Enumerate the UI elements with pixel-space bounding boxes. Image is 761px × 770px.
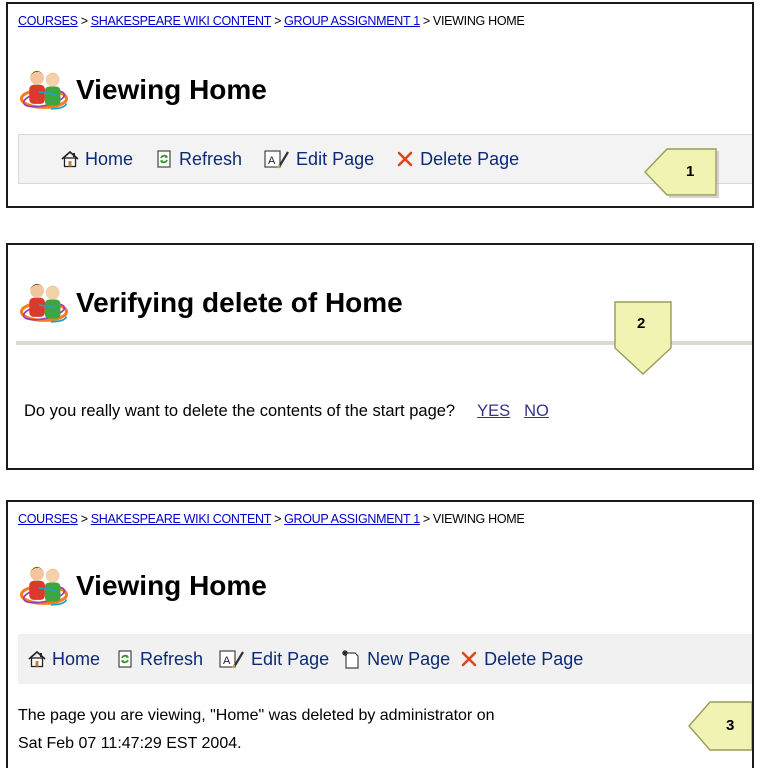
breadcrumb-wiki[interactable]: SHAKESPEARE WIKI CONTENT bbox=[91, 512, 272, 526]
yes-link[interactable]: YES bbox=[477, 402, 510, 420]
breadcrumb: COURSES > SHAKESPEARE WIKI CONTENT > GROUP A… bbox=[18, 512, 525, 526]
delete-page-label: Delete Page bbox=[420, 148, 520, 169]
breadcrumb-wiki[interactable]: SHAKESPEARE WIKI CONTENT bbox=[91, 14, 272, 28]
edit-page-label: Edit Page bbox=[251, 648, 330, 669]
edit-icon bbox=[264, 149, 290, 169]
verify-delete-panel: Verifying delete of Home 2 Do you really… bbox=[6, 243, 754, 470]
breadcrumb: COURSES > SHAKESPEARE WIKI CONTENT > GROUP A… bbox=[18, 14, 525, 28]
edit-page-button[interactable]: Edit Page bbox=[219, 649, 329, 670]
breadcrumb-current: VIEWING HOME bbox=[432, 512, 525, 526]
refresh-button[interactable]: Refresh bbox=[155, 149, 242, 170]
people-logo-icon bbox=[18, 64, 70, 116]
breadcrumb-current: VIEWING HOME bbox=[432, 14, 525, 28]
delete-page-button[interactable]: Delete Page bbox=[396, 149, 519, 170]
edit-page-button[interactable]: Edit Page bbox=[264, 149, 374, 170]
callout-number: 1 bbox=[686, 163, 695, 180]
page-title: Verifying delete of Home bbox=[76, 287, 403, 318]
breadcrumb-separator: > bbox=[274, 512, 282, 526]
home-label: Home bbox=[52, 648, 101, 669]
callout-number: 2 bbox=[637, 315, 646, 332]
refresh-icon bbox=[155, 150, 173, 168]
home-icon bbox=[61, 150, 79, 168]
breadcrumb-separator: > bbox=[422, 14, 430, 28]
step-callout-1: 1 bbox=[644, 143, 722, 201]
viewing-home-panel: COURSES > SHAKESPEARE WIKI CONTENT > GROUP A… bbox=[6, 2, 754, 208]
page-title: Viewing Home bbox=[76, 570, 267, 601]
refresh-label: Refresh bbox=[140, 648, 204, 669]
step-callout-3: 3 bbox=[688, 696, 753, 756]
refresh-icon bbox=[116, 650, 134, 668]
page-header: Viewing Home bbox=[18, 558, 267, 614]
deleted-home-panel: COURSES > SHAKESPEARE WIKI CONTENT > GROUP A… bbox=[6, 500, 754, 768]
callout-number: 3 bbox=[726, 717, 735, 734]
no-link[interactable]: NO bbox=[524, 402, 549, 420]
home-icon bbox=[28, 650, 46, 668]
delete-confirmation: Do you really want to delete the content… bbox=[24, 402, 549, 421]
breadcrumb-separator: > bbox=[80, 14, 88, 28]
breadcrumb-courses[interactable]: COURSES bbox=[18, 512, 78, 526]
breadcrumb-group[interactable]: GROUP ASSIGNMENT 1 bbox=[284, 512, 420, 526]
page-title: Viewing Home bbox=[76, 74, 267, 105]
breadcrumb-separator: > bbox=[274, 14, 282, 28]
delete-icon bbox=[460, 650, 478, 668]
refresh-button[interactable]: Refresh bbox=[116, 649, 203, 670]
toolbar: Home Refresh Edit Page New Page Delete P… bbox=[18, 634, 752, 684]
deleted-message-line2: Sat Feb 07 11:47:29 EST 2004. bbox=[18, 735, 242, 752]
breadcrumb-group[interactable]: GROUP ASSIGNMENT 1 bbox=[284, 14, 420, 28]
breadcrumb-separator: > bbox=[80, 512, 88, 526]
new-page-label: New Page bbox=[367, 648, 451, 669]
breadcrumb-separator: > bbox=[422, 512, 430, 526]
step-callout-2: 2 bbox=[611, 298, 675, 376]
new-page-icon bbox=[341, 649, 361, 669]
deleted-message-line1: The page you are viewing, "Home" was del… bbox=[18, 707, 495, 724]
people-logo-icon bbox=[18, 560, 70, 612]
refresh-label: Refresh bbox=[179, 148, 243, 169]
delete-page-label: Delete Page bbox=[484, 648, 584, 669]
home-label: Home bbox=[85, 148, 134, 169]
toolbar: Home Refresh Edit Page Delete Page bbox=[18, 134, 752, 184]
delete-page-button[interactable]: Delete Page bbox=[460, 649, 583, 670]
deleted-message: The page you are viewing, "Home" was del… bbox=[18, 702, 678, 758]
new-page-button[interactable]: New Page bbox=[341, 649, 450, 670]
delete-icon bbox=[396, 150, 414, 168]
breadcrumb-courses[interactable]: COURSES bbox=[18, 14, 78, 28]
page-header: Verifying delete of Home bbox=[18, 275, 403, 331]
home-button[interactable]: Home bbox=[28, 649, 100, 670]
edit-icon bbox=[219, 649, 245, 669]
home-button[interactable]: Home bbox=[61, 149, 133, 170]
confirmation-question: Do you really want to delete the content… bbox=[24, 402, 456, 420]
page-header: Viewing Home bbox=[18, 62, 267, 118]
edit-page-label: Edit Page bbox=[296, 148, 375, 169]
people-logo-icon bbox=[18, 277, 70, 329]
